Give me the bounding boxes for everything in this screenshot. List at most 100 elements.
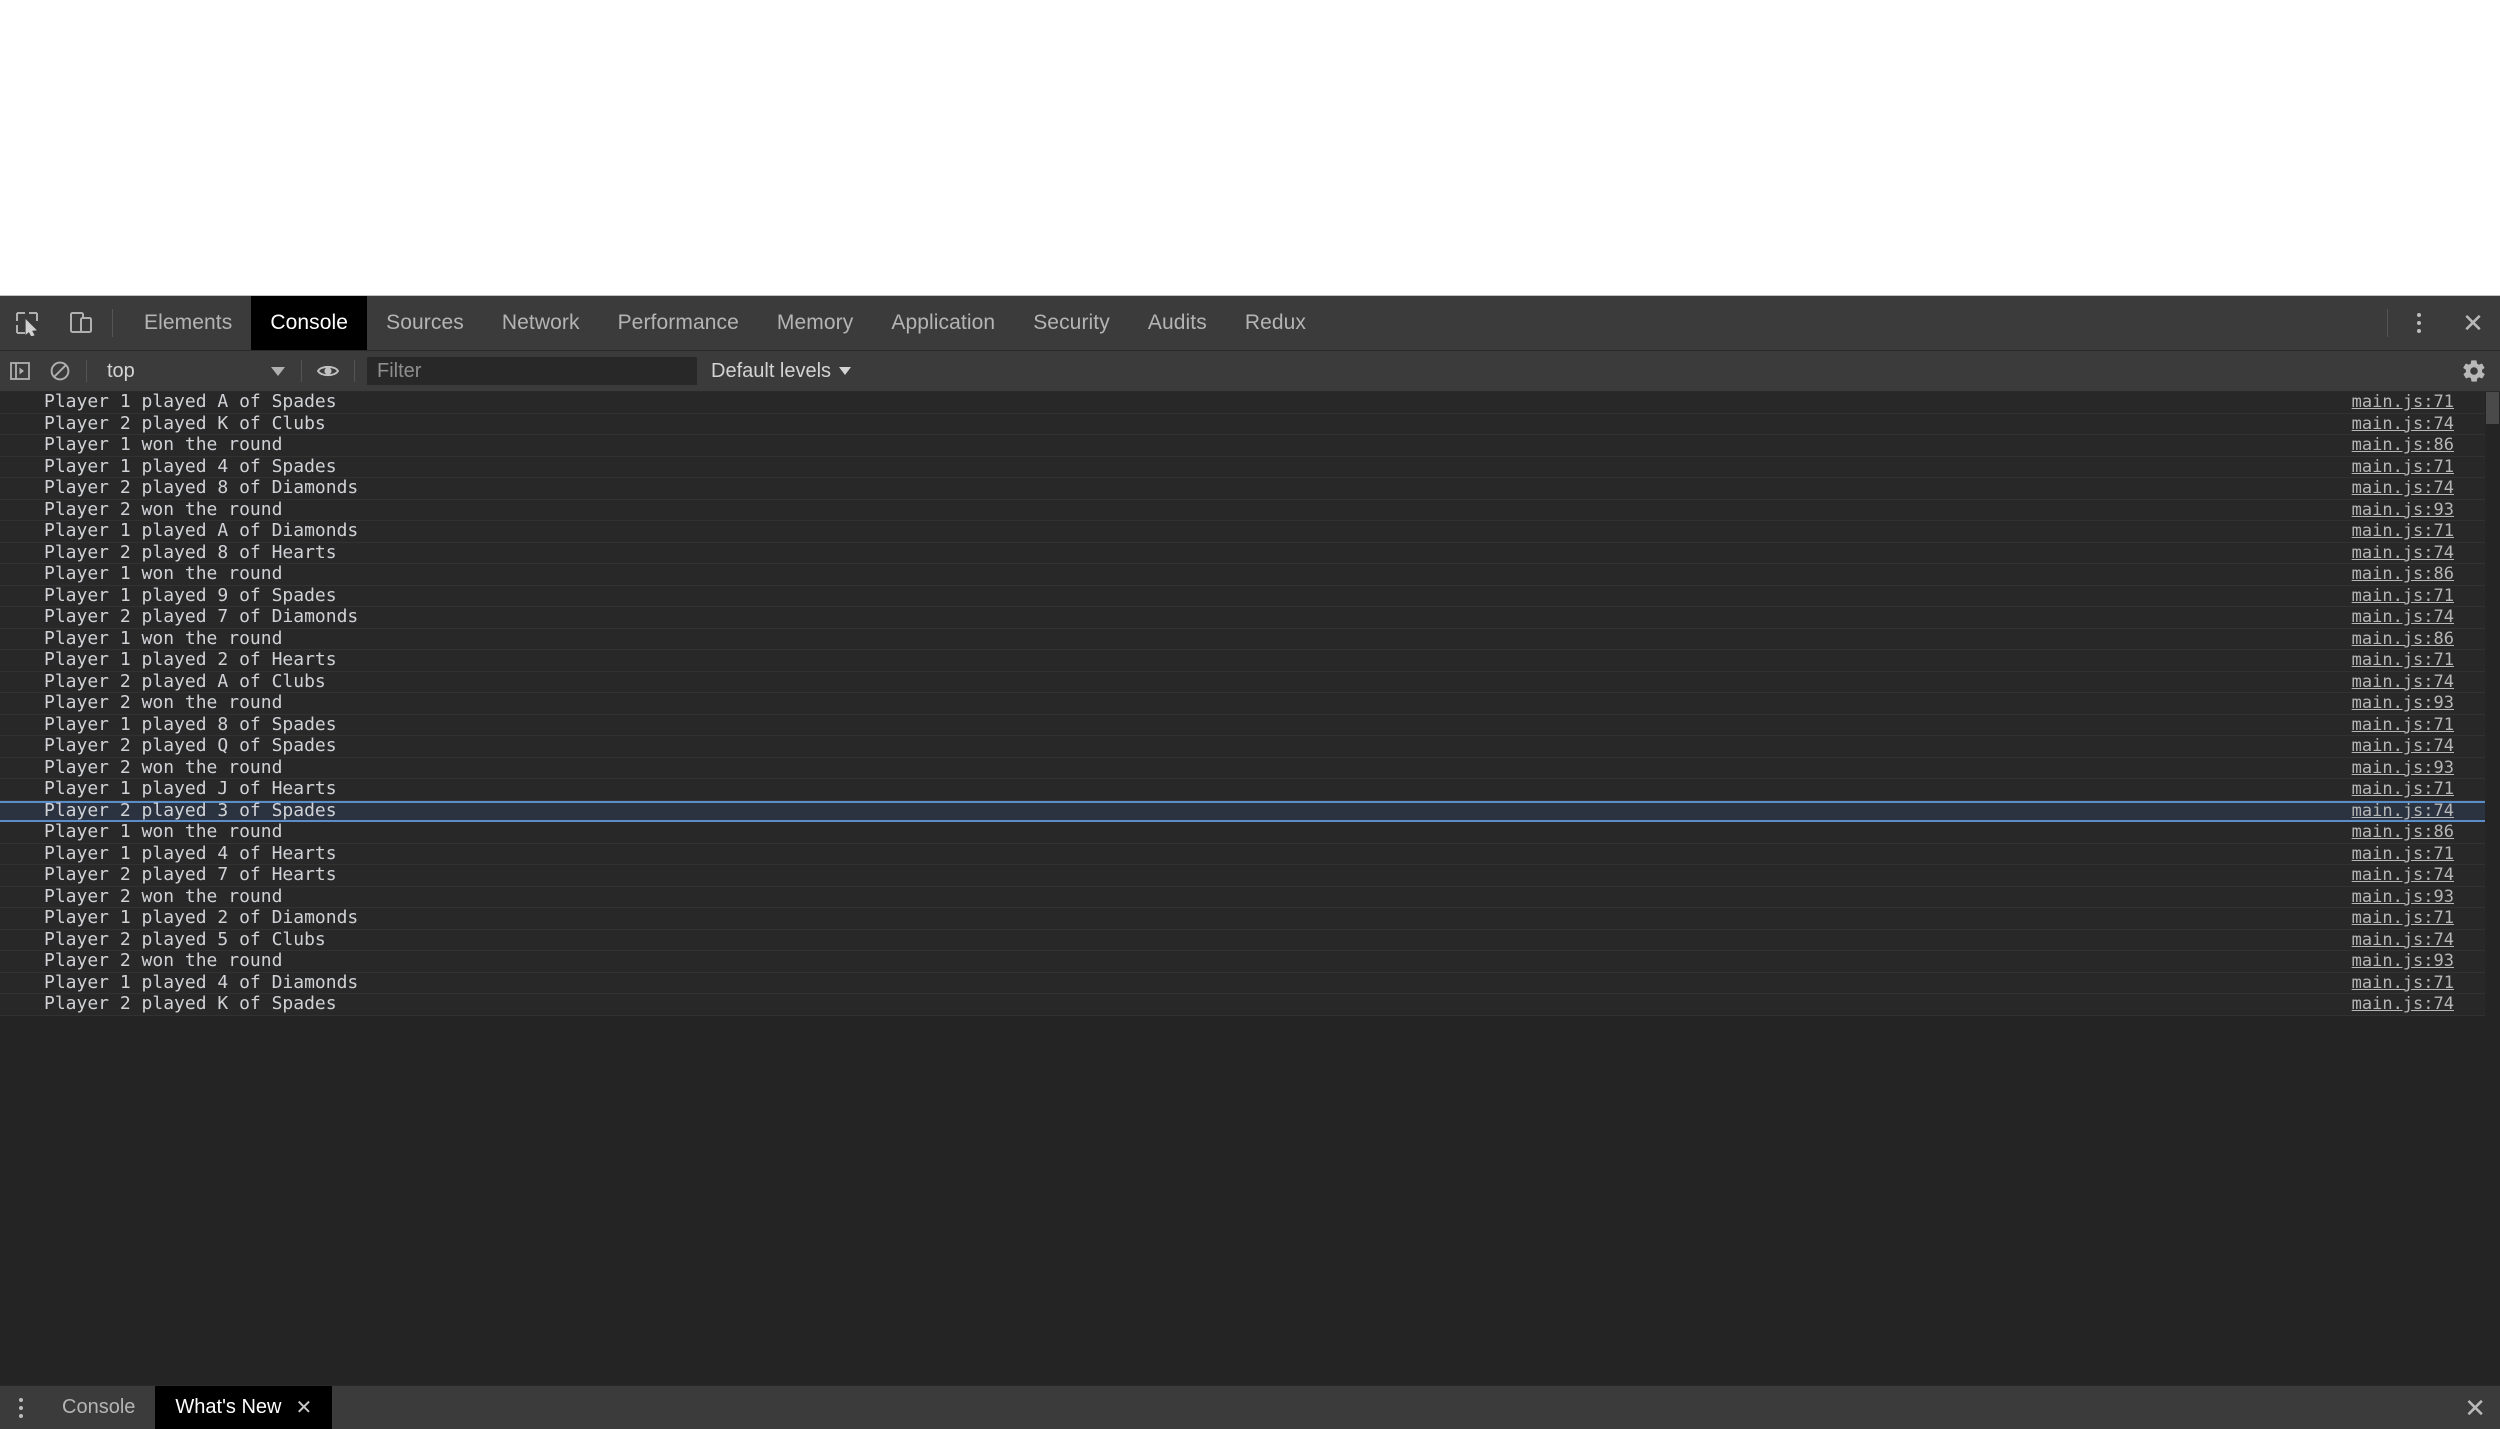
console-message-row[interactable]: Player 1 played J of Hearts main.js:71	[0, 779, 2500, 801]
console-message-row[interactable]: Player 2 played Q of Spades main.js:74	[0, 736, 2500, 758]
console-message-source-link[interactable]: main.js:93	[2352, 887, 2480, 907]
console-message-row[interactable]: Player 2 won the round main.js:93	[0, 757, 2500, 779]
console-message-row[interactable]: Player 2 played 3 of Spades main.js:74	[0, 800, 2500, 822]
console-message-list[interactable]: Player 1 played A of Spades main.js:71 Pla…	[0, 392, 2500, 1385]
device-toolbar-icon[interactable]	[54, 296, 108, 350]
console-message-source-link[interactable]: main.js:71	[2352, 844, 2480, 864]
console-message-row[interactable]: Player 1 played A of Spades main.js:71	[0, 392, 2500, 414]
more-options-icon[interactable]	[2392, 296, 2446, 350]
console-message-row[interactable]: Player 2 won the round main.js:93	[0, 693, 2500, 715]
console-message-source-link[interactable]: main.js:74	[2352, 543, 2480, 563]
drawer-tab-whats-new[interactable]: What's New ✕	[155, 1386, 333, 1429]
console-message-source-link[interactable]: main.js:71	[2352, 457, 2480, 477]
console-message-row[interactable]: Player 1 played 4 of Spades main.js:71	[0, 455, 2500, 478]
console-message-source-link[interactable]: main.js:86	[2352, 435, 2480, 455]
console-message-text: Player 1 played 9 of Spades	[44, 584, 337, 606]
console-message-row[interactable]: Player 1 played 9 of Spades main.js:71	[0, 584, 2500, 607]
console-message-row[interactable]: Player 2 played K of Spades main.js:74	[0, 994, 2500, 1016]
tab-console[interactable]: Console	[251, 296, 368, 350]
console-message-source-link[interactable]: main.js:86	[2352, 822, 2480, 842]
console-message-text: Player 2 played Q of Spades	[44, 735, 337, 757]
console-message-source-link[interactable]: main.js:71	[2352, 715, 2480, 735]
console-message-row[interactable]: Player 2 played 7 of Hearts main.js:74	[0, 865, 2500, 887]
console-message-source-link[interactable]: main.js:71	[2352, 973, 2480, 993]
console-message-text: Player 1 won the round	[44, 627, 283, 649]
console-message-row[interactable]: Player 1 played 4 of Hearts main.js:71	[0, 842, 2500, 865]
console-message-row[interactable]: Player 1 played 4 of Diamonds main.js:71	[0, 972, 2500, 994]
inspect-element-icon[interactable]	[0, 296, 54, 350]
console-scrollbar[interactable]	[2485, 392, 2500, 1385]
devtools-tabstrip: Elements Console Sources Network Perform…	[0, 296, 2500, 351]
close-devtools-icon[interactable]: ✕	[2446, 296, 2500, 350]
console-message-row[interactable]: Player 1 played 2 of Hearts main.js:71	[0, 650, 2500, 672]
console-message-text: Player 1 played 4 of Spades	[44, 455, 337, 477]
console-message-source-link[interactable]: main.js:71	[2352, 392, 2480, 412]
tab-audits[interactable]: Audits	[1129, 296, 1226, 350]
tab-label: Sources	[386, 311, 464, 334]
execution-context-select[interactable]: top	[93, 351, 295, 391]
console-message-row[interactable]: Player 1 won the round main.js:86	[0, 822, 2500, 844]
console-message-source-link[interactable]: main.js:93	[2352, 693, 2480, 713]
console-message-row[interactable]: Player 2 played K of Clubs main.js:74	[0, 413, 2500, 435]
console-message-source-link[interactable]: main.js:74	[2352, 607, 2480, 627]
tab-performance[interactable]: Performance	[599, 296, 758, 350]
tab-label: Performance	[617, 311, 739, 334]
console-message-row[interactable]: Player 2 played 8 of Hearts main.js:74	[0, 542, 2500, 564]
drawer-tab-console[interactable]: Console	[42, 1386, 155, 1429]
console-message-row[interactable]: Player 1 played 2 of Diamonds main.js:71	[0, 908, 2500, 930]
tab-redux[interactable]: Redux	[1226, 296, 1325, 350]
close-icon[interactable]: ✕	[295, 1398, 312, 1418]
tab-memory[interactable]: Memory	[758, 296, 872, 350]
close-drawer-icon[interactable]: ✕	[2464, 1395, 2486, 1421]
console-message-source-link[interactable]: main.js:93	[2352, 500, 2480, 520]
console-message-source-link[interactable]: main.js:71	[2352, 650, 2480, 670]
tab-elements[interactable]: Elements	[125, 296, 251, 350]
clear-console-icon[interactable]	[40, 351, 80, 391]
console-message-source-link[interactable]: main.js:74	[2352, 478, 2480, 498]
console-message-source-link[interactable]: main.js:71	[2352, 586, 2480, 606]
console-message-row[interactable]: Player 2 played 5 of Clubs main.js:74	[0, 929, 2500, 951]
console-message-text: Player 1 played 4 of Hearts	[44, 842, 337, 864]
vertical-dots-icon	[19, 1397, 23, 1418]
console-message-source-link[interactable]: main.js:74	[2352, 994, 2480, 1014]
console-message-text: Player 2 played 3 of Spades	[44, 800, 337, 822]
tab-application[interactable]: Application	[872, 296, 1014, 350]
console-message-source-link[interactable]: main.js:74	[2352, 930, 2480, 950]
console-message-row[interactable]: Player 1 played 8 of Spades main.js:71	[0, 713, 2500, 736]
console-message-row[interactable]: Player 2 won the round main.js:93	[0, 499, 2500, 521]
tab-network[interactable]: Network	[483, 296, 599, 350]
console-message-source-link[interactable]: main.js:86	[2352, 564, 2480, 584]
console-message-text: Player 1 played 8 of Spades	[44, 713, 337, 735]
console-message-source-link[interactable]: main.js:93	[2352, 758, 2480, 778]
console-message-source-link[interactable]: main.js:74	[2352, 736, 2480, 756]
filter-input[interactable]	[367, 357, 697, 385]
console-message-row[interactable]: Player 2 played 7 of Diamonds main.js:74	[0, 607, 2500, 629]
console-message-source-link[interactable]: main.js:74	[2352, 865, 2480, 885]
drawer-menu-icon[interactable]	[0, 1386, 42, 1429]
console-message-source-link[interactable]: main.js:71	[2352, 779, 2480, 799]
console-message-source-link[interactable]: main.js:74	[2352, 801, 2480, 821]
console-sidebar-icon[interactable]	[0, 351, 40, 391]
console-message-source-link[interactable]: main.js:71	[2352, 908, 2480, 928]
drawer-tab-label: Console	[62, 1396, 136, 1418]
console-message-text: Player 2 played K of Spades	[44, 993, 337, 1015]
tab-security[interactable]: Security	[1014, 296, 1129, 350]
console-message-row[interactable]: Player 1 played A of Diamonds main.js:71	[0, 521, 2500, 543]
live-expression-eye-icon[interactable]	[308, 351, 348, 391]
console-message-row[interactable]: Player 2 played A of Clubs main.js:74	[0, 671, 2500, 693]
console-message-source-link[interactable]: main.js:93	[2352, 951, 2480, 971]
log-levels-select[interactable]: Default levels	[711, 360, 852, 383]
console-message-row[interactable]: Player 2 won the round main.js:93	[0, 886, 2500, 908]
console-message-row[interactable]: Player 2 played 8 of Diamonds main.js:74	[0, 478, 2500, 500]
console-message-source-link[interactable]: main.js:74	[2352, 414, 2480, 434]
console-message-source-link[interactable]: main.js:71	[2352, 521, 2480, 541]
scrollbar-thumb[interactable]	[2486, 392, 2499, 424]
console-message-source-link[interactable]: main.js:86	[2352, 629, 2480, 649]
gear-icon[interactable]	[2454, 351, 2494, 391]
console-message-row[interactable]: Player 1 won the round main.js:86	[0, 564, 2500, 586]
console-message-source-link[interactable]: main.js:74	[2352, 672, 2480, 692]
console-message-row[interactable]: Player 2 won the round main.js:93	[0, 951, 2500, 973]
tab-sources[interactable]: Sources	[367, 296, 483, 350]
console-message-row[interactable]: Player 1 won the round main.js:86	[0, 627, 2500, 650]
console-message-row[interactable]: Player 1 won the round main.js:86	[0, 435, 2500, 457]
